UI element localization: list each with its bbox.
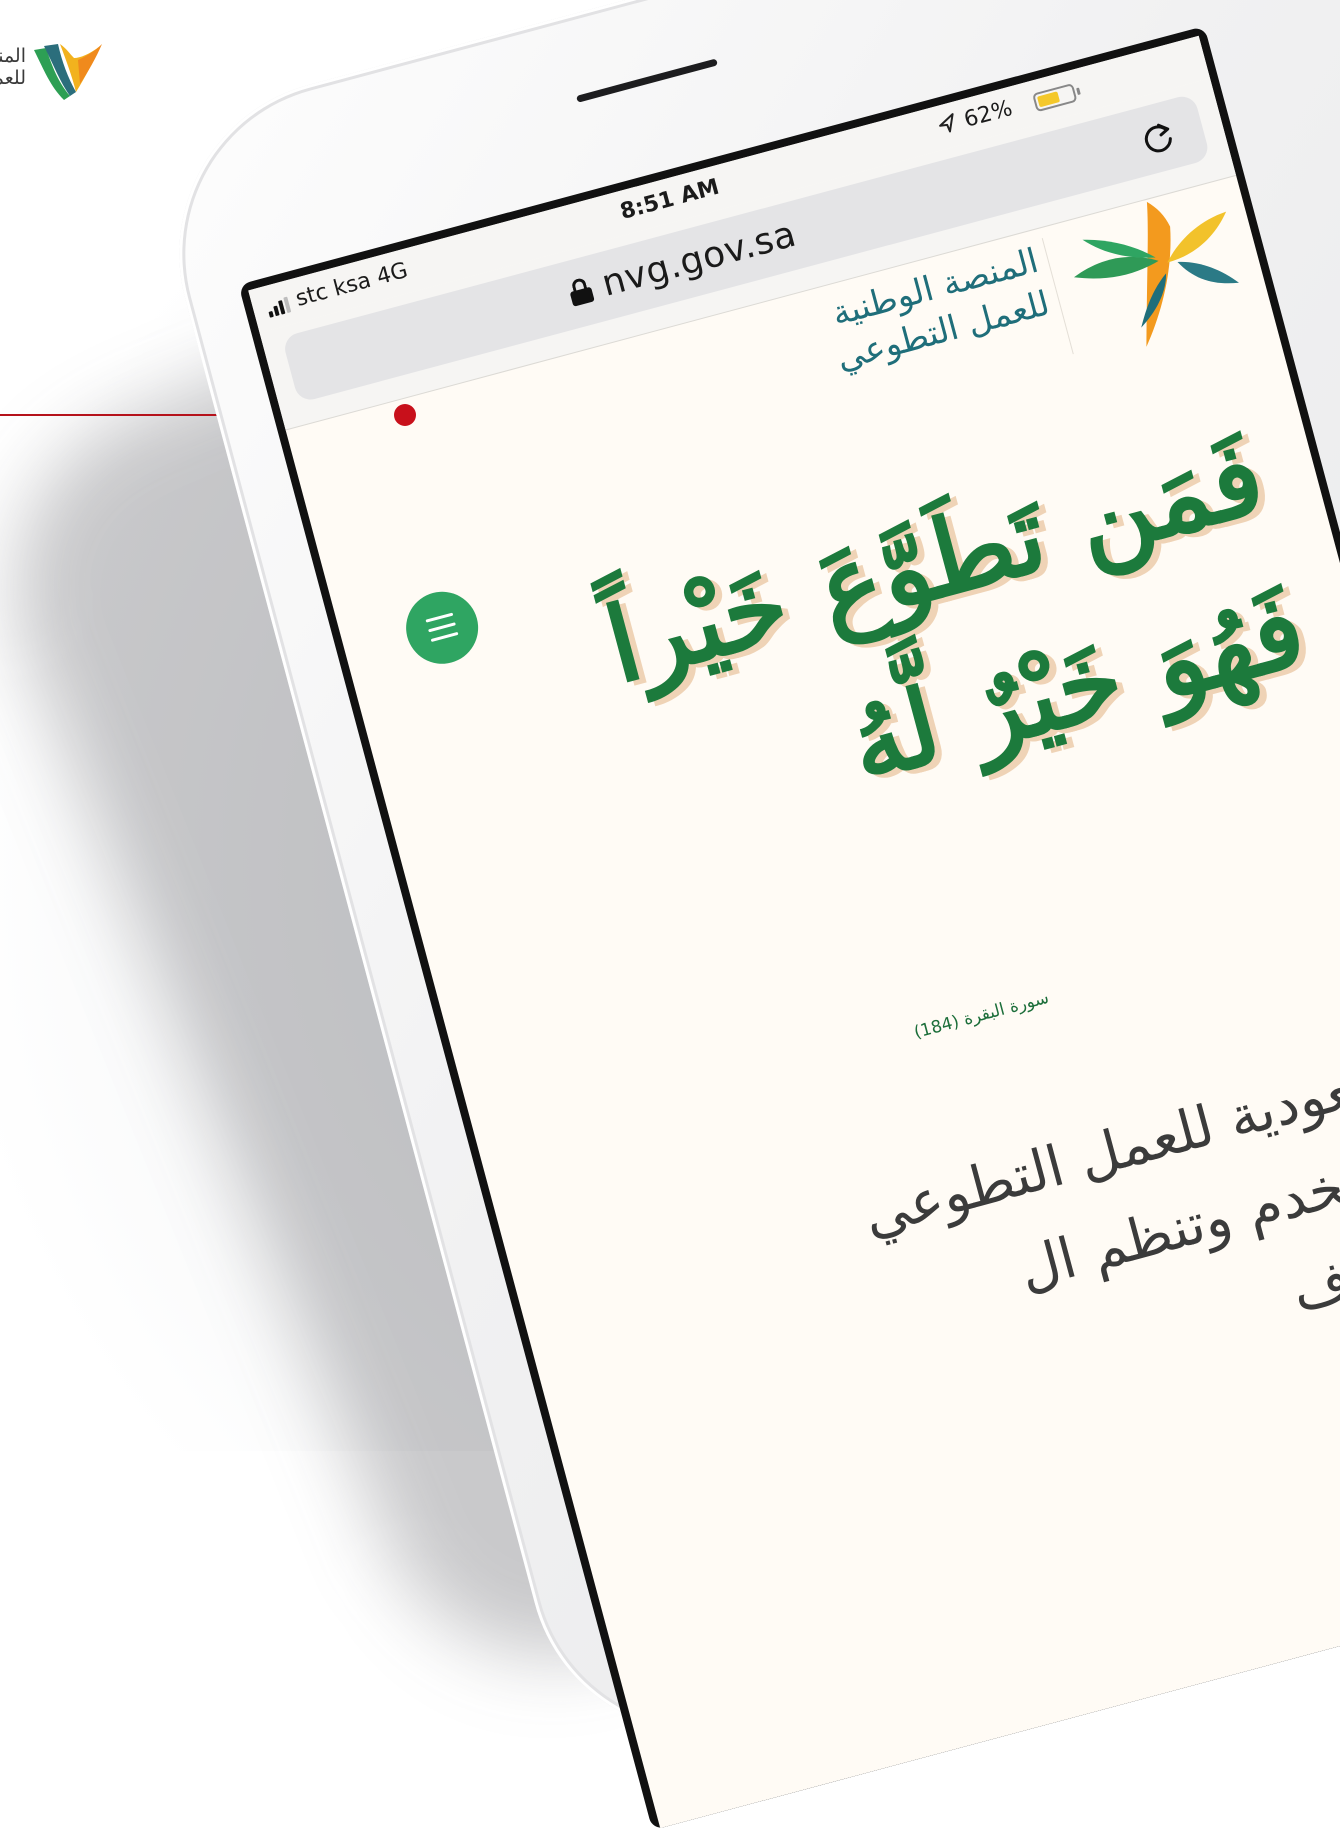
signal-strength-icon bbox=[266, 296, 295, 318]
corner-brand-logo: المنصة الوطنية للعمل التطوعي bbox=[0, 40, 120, 110]
phone-speaker bbox=[576, 58, 718, 103]
verse-reference: سورة البقرة (184) bbox=[911, 987, 1052, 1043]
battery-percent: 62% bbox=[961, 96, 1016, 133]
intro-paragraph: منصة سعودية للعمل التطوعي بيئة آمنة تخدم… bbox=[655, 994, 1340, 1494]
lock-icon bbox=[567, 276, 595, 307]
corner-logo-text-line2: للعمل التطوعي bbox=[0, 68, 26, 88]
reload-icon[interactable] bbox=[1133, 113, 1182, 162]
location-arrow-icon bbox=[939, 113, 954, 133]
corner-logo-text-line1: المنصة الوطنية bbox=[0, 46, 26, 66]
battery-icon bbox=[1032, 83, 1078, 113]
brand-emblem-icon bbox=[34, 44, 102, 100]
battery-level bbox=[1036, 91, 1061, 108]
annotation-pointer-dot bbox=[394, 404, 416, 426]
battery-cap bbox=[1076, 87, 1081, 96]
